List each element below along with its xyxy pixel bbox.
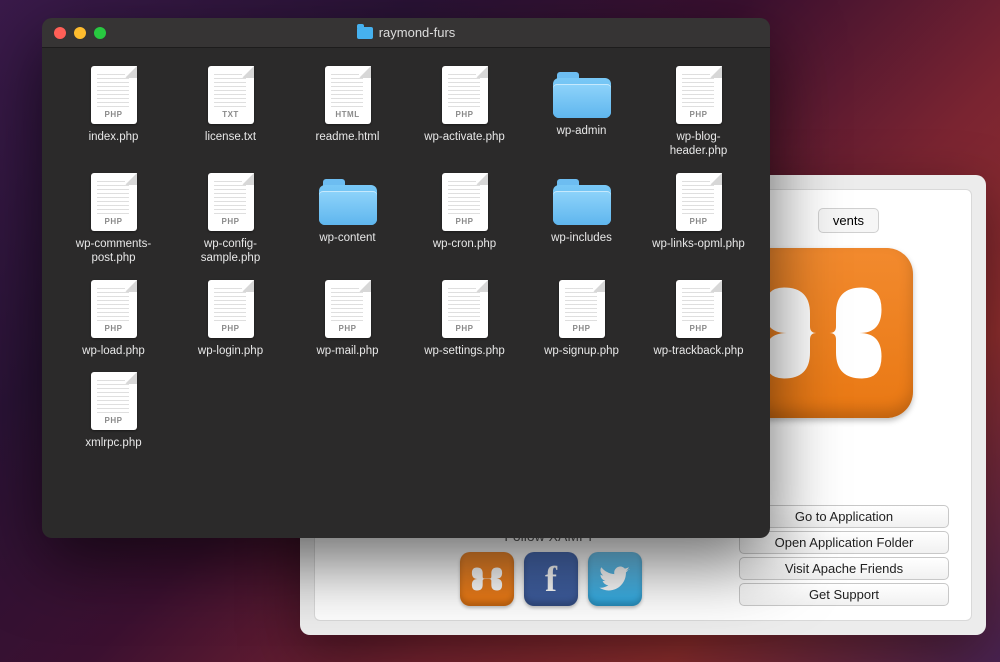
- file-ext-label: PHP: [91, 217, 137, 226]
- document-icon: PHP: [559, 280, 605, 338]
- file-item[interactable]: PHP xmlrpc.php: [64, 372, 163, 450]
- file-ext-label: HTML: [325, 110, 371, 119]
- document-icon: PHP: [676, 66, 722, 124]
- file-item[interactable]: PHP wp-load.php: [64, 280, 163, 358]
- file-item[interactable]: PHP wp-signup.php: [532, 280, 631, 358]
- file-ext-label: PHP: [91, 324, 137, 333]
- file-label: wp-admin: [557, 124, 607, 138]
- social-facebook-icon[interactable]: f: [524, 552, 578, 606]
- document-icon: PHP: [91, 280, 137, 338]
- folder-item[interactable]: wp-admin: [532, 66, 631, 159]
- document-icon: PHP: [91, 372, 137, 430]
- file-label: wp-blog-header.php: [649, 130, 748, 159]
- social-xampp-icon[interactable]: [460, 552, 514, 606]
- document-icon: PHP: [442, 280, 488, 338]
- file-label: wp-cron.php: [433, 237, 496, 251]
- file-label: license.txt: [205, 130, 256, 144]
- file-ext-label: PHP: [91, 110, 137, 119]
- document-icon: PHP: [676, 280, 722, 338]
- folder-item[interactable]: wp-content: [298, 173, 397, 266]
- file-label: wp-trackback.php: [653, 344, 743, 358]
- file-label: index.php: [89, 130, 139, 144]
- file-label: wp-settings.php: [424, 344, 505, 358]
- folder-icon: [357, 27, 373, 39]
- file-label: wp-links-opml.php: [652, 237, 745, 251]
- file-item[interactable]: PHP wp-trackback.php: [649, 280, 748, 358]
- file-item[interactable]: PHP wp-comments-post.php: [64, 173, 163, 266]
- file-item[interactable]: PHP index.php: [64, 66, 163, 159]
- icon-grid: PHP index.php TXT license.txt HTML readm…: [64, 66, 748, 450]
- file-label: xmlrpc.php: [85, 436, 141, 450]
- go-to-application-button[interactable]: Go to Application: [739, 505, 949, 528]
- folder-icon: [553, 179, 611, 225]
- social-twitter-icon[interactable]: [588, 552, 642, 606]
- file-item[interactable]: PHP wp-cron.php: [415, 173, 514, 266]
- document-icon: PHP: [208, 173, 254, 231]
- get-support-button[interactable]: Get Support: [739, 583, 949, 606]
- file-ext-label: PHP: [442, 110, 488, 119]
- file-item[interactable]: PHP wp-mail.php: [298, 280, 397, 358]
- document-icon: PHP: [676, 173, 722, 231]
- folder-item[interactable]: wp-includes: [532, 173, 631, 266]
- file-item[interactable]: PHP wp-activate.php: [415, 66, 514, 159]
- finder-content[interactable]: PHP index.php TXT license.txt HTML readm…: [42, 48, 770, 538]
- document-icon: PHP: [325, 280, 371, 338]
- file-ext-label: PHP: [442, 217, 488, 226]
- document-icon: PHP: [442, 66, 488, 124]
- file-ext-label: PHP: [91, 416, 137, 425]
- file-label: wp-config-sample.php: [181, 237, 280, 266]
- file-label: wp-load.php: [82, 344, 145, 358]
- finder-title-text: raymond-furs: [379, 25, 456, 40]
- file-item[interactable]: HTML readme.html: [298, 66, 397, 159]
- xampp-button-group: Go to Application Open Application Folde…: [739, 505, 949, 606]
- file-ext-label: PHP: [208, 324, 254, 333]
- file-ext-label: PHP: [325, 324, 371, 333]
- file-label: wp-includes: [551, 231, 612, 245]
- file-item[interactable]: PHP wp-blog-header.php: [649, 66, 748, 159]
- folder-icon: [553, 72, 611, 118]
- file-item[interactable]: PHP wp-login.php: [181, 280, 280, 358]
- finder-window: raymond-furs PHP index.php TXT license.t…: [42, 18, 770, 538]
- finder-titlebar[interactable]: raymond-furs: [42, 18, 770, 48]
- visit-apache-friends-button[interactable]: Visit Apache Friends: [739, 557, 949, 580]
- document-icon: PHP: [208, 280, 254, 338]
- file-item[interactable]: PHP wp-links-opml.php: [649, 173, 748, 266]
- file-item[interactable]: PHP wp-config-sample.php: [181, 173, 280, 266]
- xampp-tab-events[interactable]: vents: [818, 208, 879, 233]
- file-ext-label: PHP: [676, 217, 722, 226]
- file-label: wp-comments-post.php: [64, 237, 163, 266]
- file-ext-label: PHP: [676, 110, 722, 119]
- file-ext-label: TXT: [208, 110, 254, 119]
- file-label: wp-content: [319, 231, 375, 245]
- file-label: wp-login.php: [198, 344, 263, 358]
- folder-icon: [319, 179, 377, 225]
- document-icon: TXT: [208, 66, 254, 124]
- document-icon: PHP: [442, 173, 488, 231]
- finder-title: raymond-furs: [42, 25, 770, 40]
- open-application-folder-button[interactable]: Open Application Folder: [739, 531, 949, 554]
- file-label: wp-signup.php: [544, 344, 619, 358]
- file-ext-label: PHP: [208, 217, 254, 226]
- file-label: readme.html: [316, 130, 380, 144]
- file-item[interactable]: PHP wp-settings.php: [415, 280, 514, 358]
- document-icon: HTML: [325, 66, 371, 124]
- file-ext-label: PHP: [442, 324, 488, 333]
- document-icon: PHP: [91, 173, 137, 231]
- file-label: wp-mail.php: [317, 344, 379, 358]
- document-icon: PHP: [91, 66, 137, 124]
- file-item[interactable]: TXT license.txt: [181, 66, 280, 159]
- file-label: wp-activate.php: [424, 130, 505, 144]
- xampp-follow-section: Follow XAMPP f: [460, 528, 642, 606]
- file-ext-label: PHP: [676, 324, 722, 333]
- file-ext-label: PHP: [559, 324, 605, 333]
